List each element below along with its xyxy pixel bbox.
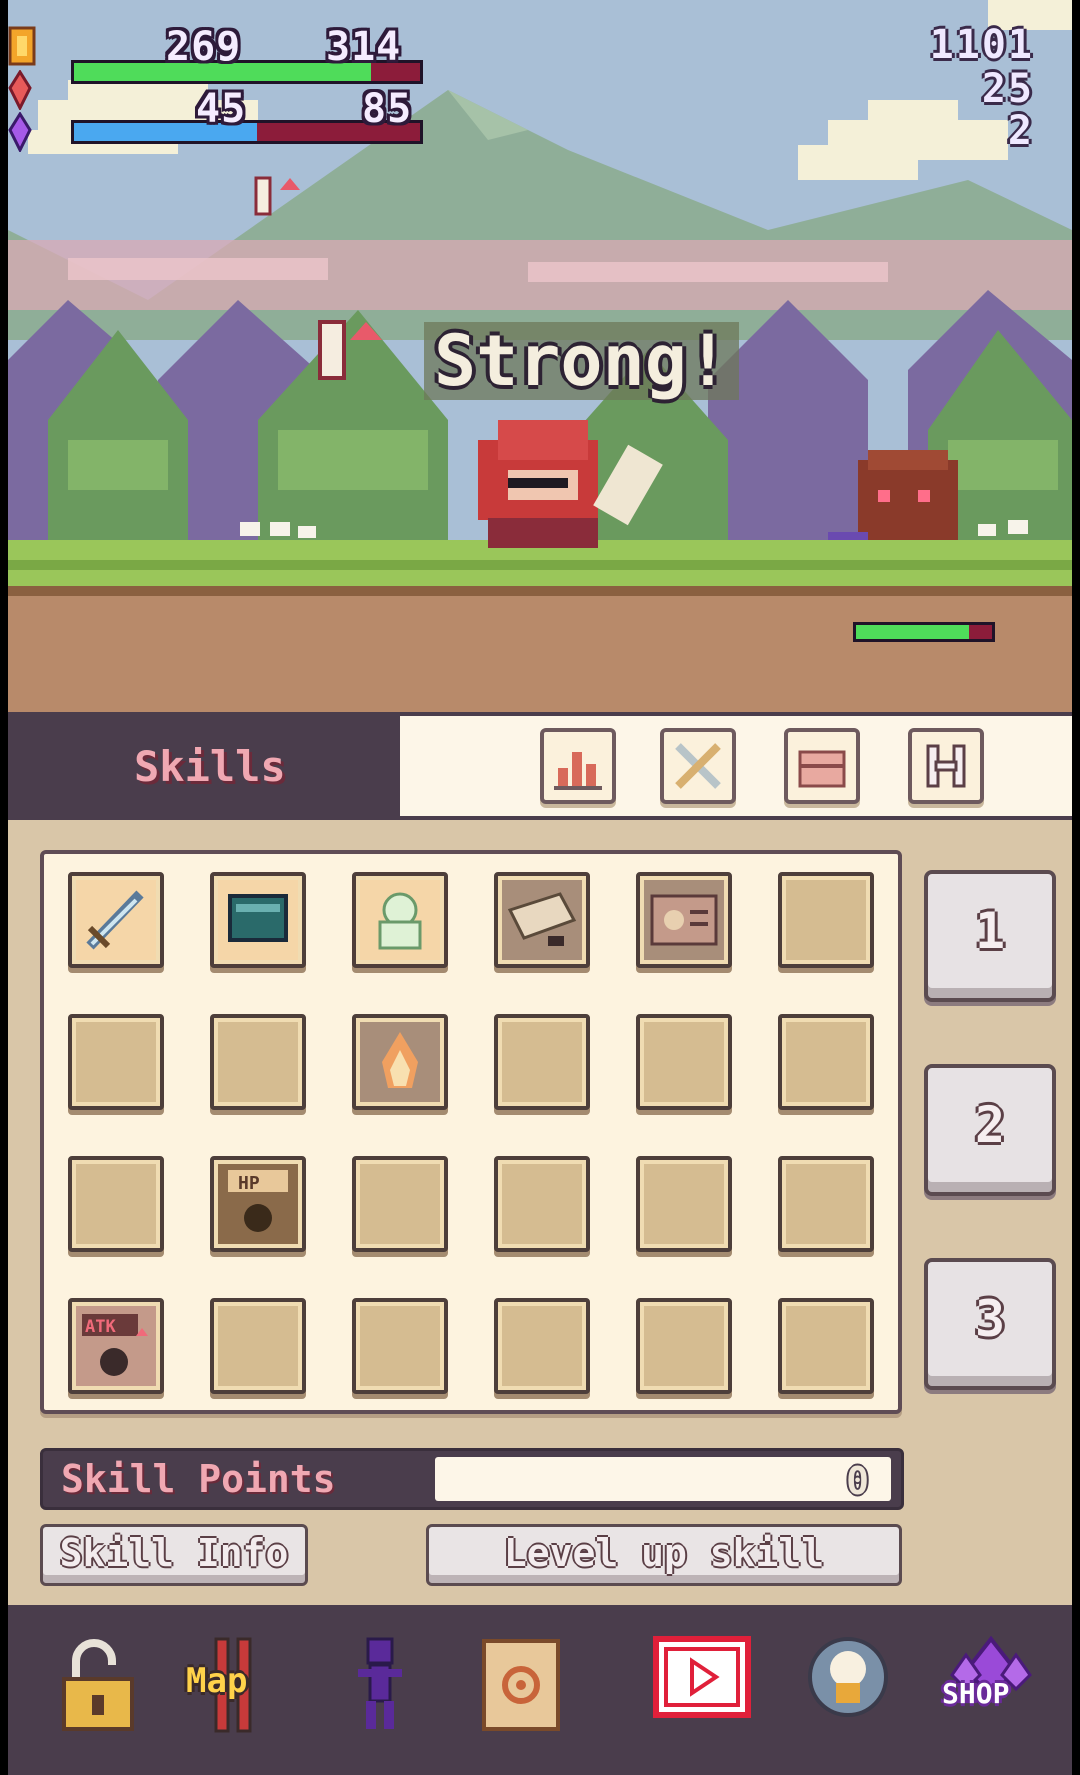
tab-equipment[interactable]: [660, 728, 736, 804]
nav-lock-button[interactable]: [58, 1635, 154, 1735]
gold-coin-icon: [8, 26, 36, 66]
purple-gem-counter: 2: [834, 108, 1034, 158]
nav-bulb-button[interactable]: [806, 1635, 902, 1735]
tab-hero[interactable]: [908, 728, 984, 804]
skill-slot-empty[interactable]: [494, 1298, 590, 1394]
skill-page-1-button[interactable]: 1: [924, 870, 1056, 1002]
skill-info-label: Skill Info: [59, 1531, 289, 1575]
hp-current: 269: [166, 24, 242, 70]
tab-stats[interactable]: [540, 728, 616, 804]
skill-slot[interactable]: [352, 1014, 448, 1110]
bottom-nav: Map SHOP: [8, 1605, 1072, 1775]
page-2-label: 2: [974, 1096, 1006, 1154]
sword-icon: [76, 880, 156, 960]
red-gem-icon: [8, 70, 32, 110]
nav-video-ad-button[interactable]: [652, 1635, 752, 1735]
tab-bar: Skills: [8, 712, 1072, 820]
purple-gem-icon: [8, 112, 32, 152]
skill-grid: HP ATK: [40, 850, 902, 1414]
chest-icon: [798, 750, 846, 788]
h-letter-icon: [926, 744, 966, 788]
page-3-label: 3: [974, 1290, 1006, 1348]
skill-slot-empty[interactable]: [778, 1298, 874, 1394]
tab-inventory[interactable]: [784, 728, 860, 804]
skill-points-label: Skill Points: [61, 1457, 336, 1501]
nav-character-button[interactable]: [350, 1635, 446, 1735]
skill-slot[interactable]: ATK: [68, 1298, 164, 1394]
level-up-skill-button[interactable]: Level up skill: [426, 1524, 902, 1586]
skill-slot-empty[interactable]: [494, 1156, 590, 1252]
skill-slot[interactable]: HP: [210, 1156, 306, 1252]
skill-slot-empty[interactable]: [352, 1298, 448, 1394]
skill-slot-empty[interactable]: [494, 1014, 590, 1110]
enemy-hp-fill: [856, 625, 969, 639]
skill-info-button[interactable]: Skill Info: [40, 1524, 308, 1586]
skill-page-2-button[interactable]: 2: [924, 1064, 1056, 1196]
gold-counter: 1101: [834, 22, 1034, 72]
nav-quest-button[interactable]: [478, 1635, 574, 1735]
skill-slot[interactable]: [352, 872, 448, 968]
atk-icon-text: ATK: [85, 1317, 116, 1337]
character-figure-icon: [358, 1637, 402, 1729]
level-up-skill-label: Level up skill: [503, 1531, 825, 1575]
quest-scroll-icon: [482, 1639, 560, 1731]
battle-popup-text: Strong!: [424, 322, 740, 400]
skill-slot-empty[interactable]: [778, 1156, 874, 1252]
tab-skills[interactable]: Skills: [8, 712, 398, 820]
rock-card-icon: [644, 880, 724, 960]
tab-icons-area: [400, 716, 1072, 816]
hp-icon-text: HP: [238, 1173, 260, 1194]
skill-slot-empty[interactable]: [68, 1014, 164, 1110]
skill-slot-empty[interactable]: [636, 1156, 732, 1252]
nav-shop-label: SHOP: [942, 1677, 1010, 1710]
ghost-icon: [360, 880, 440, 960]
stats-chart-icon: [554, 752, 602, 790]
skill-page-3-button[interactable]: 3: [924, 1258, 1056, 1390]
video-play-icon: [653, 1636, 751, 1718]
skill-slot[interactable]: [68, 872, 164, 968]
skills-panel: Skills HP ATK 1 2 3 Skill Points 0 Skill…: [8, 712, 1072, 1605]
skill-slot-empty[interactable]: [210, 1298, 306, 1394]
skill-slot-empty[interactable]: [68, 1156, 164, 1252]
hp-potion-icon: HP: [218, 1164, 298, 1244]
enemy-hp-bar: [853, 622, 995, 642]
skill-slot-empty[interactable]: [636, 1014, 732, 1110]
skill-slot[interactable]: [636, 872, 732, 968]
red-gem-value: 25: [981, 66, 1034, 112]
padlock-icon: [62, 1639, 134, 1731]
hp-max: 314: [326, 24, 402, 70]
battle-scene: 269 314 45 85 1101 25 2 Strong!: [8, 0, 1072, 712]
skill-points-row: Skill Points 0: [40, 1448, 904, 1510]
skill-slot[interactable]: [494, 872, 590, 968]
skill-slot-empty[interactable]: [352, 1156, 448, 1252]
purple-gem-value: 2: [1007, 108, 1034, 154]
tab-skills-label: Skills: [134, 742, 286, 791]
lightbulb-icon: [808, 1637, 888, 1717]
skill-points-value: 0: [846, 1459, 869, 1503]
skill-slot-empty[interactable]: [210, 1014, 306, 1110]
fire-icon: [360, 1022, 440, 1102]
mp-current: 45: [196, 86, 247, 132]
skill-points-value-box: 0: [435, 1457, 891, 1503]
gold-value: 1101: [929, 22, 1034, 68]
nav-shop-button[interactable]: SHOP: [936, 1635, 1046, 1735]
crossed-swords-icon: [675, 743, 721, 789]
nav-map-button[interactable]: Map: [180, 1635, 290, 1735]
atk-boost-icon: ATK: [76, 1306, 156, 1386]
scroll-icon: [502, 880, 582, 960]
skill-slot-empty[interactable]: [778, 1014, 874, 1110]
mp-max: 85: [362, 86, 413, 132]
nav-map-label: Map: [186, 1661, 248, 1701]
skill-slot-empty[interactable]: [778, 872, 874, 968]
skill-slot-empty[interactable]: [636, 1298, 732, 1394]
book-icon: [218, 880, 298, 960]
page-1-label: 1: [974, 902, 1006, 960]
skill-slot[interactable]: [210, 872, 306, 968]
